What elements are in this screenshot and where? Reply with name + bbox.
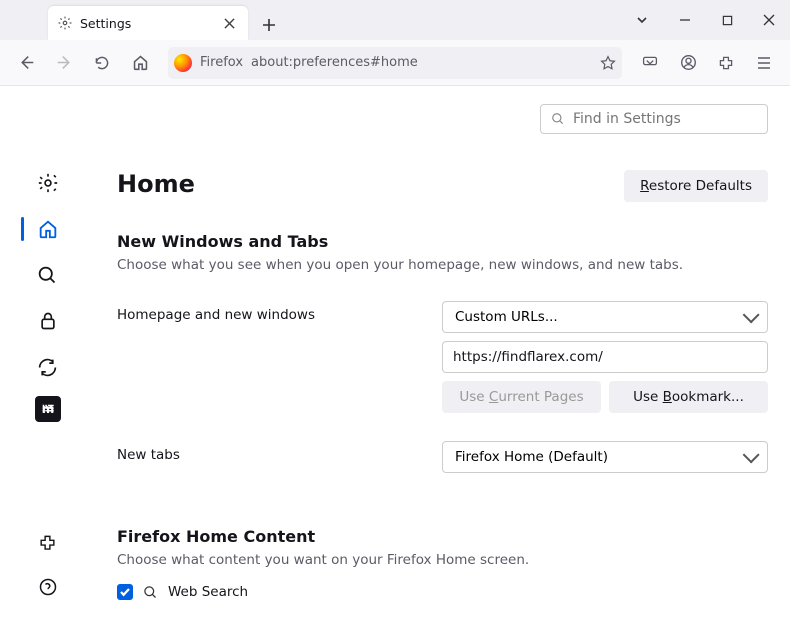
tab-bar: Settings <box>0 0 790 40</box>
web-search-row: Web Search <box>117 584 768 600</box>
homepage-dropdown[interactable]: Custom URLs... <box>442 301 768 333</box>
use-bookmark-button[interactable]: Use Bookmark... <box>609 381 768 413</box>
search-icon <box>143 585 158 600</box>
sidebar-home-icon[interactable] <box>31 212 65 246</box>
active-tab[interactable]: Settings <box>48 6 248 40</box>
web-search-label: Web Search <box>168 584 248 600</box>
back-button[interactable] <box>10 47 42 79</box>
svg-text:m: m <box>41 402 54 416</box>
sidebar-search-icon[interactable] <box>31 258 65 292</box>
menu-icon[interactable] <box>748 47 780 79</box>
sidebar-help-icon[interactable] <box>31 570 65 604</box>
section-home-content-title: Firefox Home Content <box>117 527 768 546</box>
maximize-button[interactable] <box>706 0 748 40</box>
reload-button[interactable] <box>86 47 118 79</box>
tabs-dropdown-icon[interactable] <box>628 6 656 34</box>
use-current-pages-button[interactable]: Use Current Pages <box>442 381 601 413</box>
content-area: m Home Restore Defaults New Windows and … <box>0 86 790 618</box>
nav-bar: Firefox about:preferences#home <box>0 40 790 86</box>
minimize-button[interactable] <box>664 0 706 40</box>
gear-icon <box>58 16 72 30</box>
new-tab-button[interactable] <box>254 10 284 40</box>
restore-defaults-button[interactable]: Restore Defaults <box>624 170 768 202</box>
sidebar-general-icon[interactable] <box>31 166 65 200</box>
firefox-icon <box>174 54 192 72</box>
url-prefix: Firefox <box>200 55 243 70</box>
tab-title: Settings <box>80 16 212 31</box>
home-icon[interactable] <box>124 47 156 79</box>
homepage-url-input[interactable] <box>442 341 768 373</box>
search-icon <box>551 112 565 126</box>
sidebar-more-icon[interactable]: m <box>35 396 61 422</box>
sidebar-privacy-icon[interactable] <box>31 304 65 338</box>
pocket-icon[interactable] <box>634 47 666 79</box>
bookmark-star-icon[interactable] <box>600 55 616 71</box>
newtabs-label: New tabs <box>117 441 422 463</box>
homepage-label: Homepage and new windows <box>117 301 422 323</box>
section-new-windows-desc: Choose what you see when you open your h… <box>117 257 768 273</box>
sidebar-sync-icon[interactable] <box>31 350 65 384</box>
url-bar[interactable]: Firefox about:preferences#home <box>168 47 622 79</box>
sidebar-extensions-icon[interactable] <box>31 526 65 560</box>
settings-sidebar: m <box>0 86 95 618</box>
homepage-row: Homepage and new windows Custom URLs... … <box>117 301 768 413</box>
close-tab-icon[interactable] <box>220 14 238 32</box>
find-settings-input[interactable] <box>573 111 757 127</box>
find-settings-box <box>540 104 768 134</box>
main-panel: Home Restore Defaults New Windows and Ta… <box>95 86 790 618</box>
forward-button[interactable] <box>48 47 80 79</box>
section-new-windows-title: New Windows and Tabs <box>117 232 768 251</box>
newtabs-row: New tabs Firefox Home (Default) <box>117 441 768 473</box>
url-text: about:preferences#home <box>251 55 592 70</box>
extensions-icon[interactable] <box>710 47 742 79</box>
section-home-content-desc: Choose what content you want on your Fir… <box>117 552 768 568</box>
close-window-button[interactable] <box>748 0 790 40</box>
newtabs-dropdown[interactable]: Firefox Home (Default) <box>442 441 768 473</box>
account-icon[interactable] <box>672 47 704 79</box>
web-search-checkbox[interactable] <box>117 584 133 600</box>
